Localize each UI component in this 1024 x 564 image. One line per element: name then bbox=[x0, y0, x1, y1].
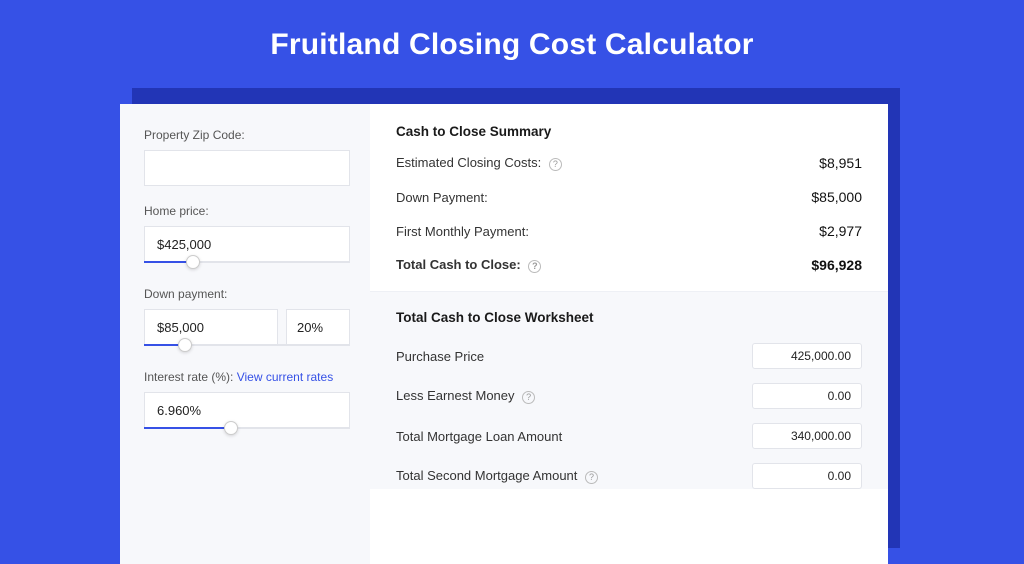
summary-row: Estimated Closing Costs: ? $8,951 bbox=[396, 155, 862, 171]
worksheet-row-input[interactable] bbox=[752, 343, 862, 369]
worksheet-row-label-text: Less Earnest Money bbox=[396, 388, 515, 403]
summary-total-value: $96,928 bbox=[811, 257, 862, 273]
worksheet-row-label: Purchase Price bbox=[396, 349, 484, 364]
interest-rate-slider[interactable] bbox=[144, 427, 350, 435]
down-payment-label: Down payment: bbox=[144, 287, 350, 301]
worksheet-row: Less Earnest Money ? bbox=[396, 383, 862, 409]
worksheet-section: Total Cash to Close Worksheet Purchase P… bbox=[370, 291, 888, 489]
down-payment-pct-input[interactable] bbox=[286, 309, 350, 345]
home-price-input[interactable] bbox=[144, 226, 350, 262]
worksheet-row-input[interactable] bbox=[752, 383, 862, 409]
help-icon[interactable]: ? bbox=[585, 471, 598, 484]
worksheet-row-input[interactable] bbox=[752, 463, 862, 489]
worksheet-row-label: Total Mortgage Loan Amount bbox=[396, 429, 562, 444]
zip-input[interactable] bbox=[144, 150, 350, 186]
calculator-card: Property Zip Code: Home price: Down paym… bbox=[120, 104, 888, 564]
worksheet-row: Total Mortgage Loan Amount bbox=[396, 423, 862, 449]
summary-total-label-text: Total Cash to Close: bbox=[396, 257, 521, 272]
worksheet-row-label: Total Second Mortgage Amount ? bbox=[396, 468, 598, 483]
summary-row-label: Estimated Closing Costs: ? bbox=[396, 155, 562, 170]
help-icon[interactable]: ? bbox=[528, 260, 541, 273]
worksheet-heading: Total Cash to Close Worksheet bbox=[396, 310, 862, 325]
home-price-slider[interactable] bbox=[144, 261, 350, 269]
summary-row-label: First Monthly Payment: bbox=[396, 224, 529, 239]
summary-total-label: Total Cash to Close: ? bbox=[396, 257, 541, 272]
interest-rate-label: Interest rate (%): View current rates bbox=[144, 370, 350, 384]
summary-row-value: $2,977 bbox=[819, 223, 862, 239]
slider-thumb[interactable] bbox=[224, 421, 238, 435]
help-icon[interactable]: ? bbox=[549, 158, 562, 171]
summary-row: First Monthly Payment: $2,977 bbox=[396, 223, 862, 239]
summary-row: Down Payment: $85,000 bbox=[396, 189, 862, 205]
summary-row-value: $8,951 bbox=[819, 155, 862, 171]
summary-row-label: Down Payment: bbox=[396, 190, 488, 205]
field-interest-rate: Interest rate (%): View current rates bbox=[144, 370, 350, 435]
field-home-price: Home price: bbox=[144, 204, 350, 269]
summary-total-row: Total Cash to Close: ? $96,928 bbox=[396, 257, 862, 273]
worksheet-row-label-text: Total Second Mortgage Amount bbox=[396, 468, 577, 483]
view-rates-link[interactable]: View current rates bbox=[237, 370, 334, 384]
slider-thumb[interactable] bbox=[178, 338, 192, 352]
summary-heading: Cash to Close Summary bbox=[396, 124, 862, 139]
summary-row-value: $85,000 bbox=[811, 189, 862, 205]
slider-thumb[interactable] bbox=[186, 255, 200, 269]
worksheet-row-label: Less Earnest Money ? bbox=[396, 388, 535, 403]
zip-label: Property Zip Code: bbox=[144, 128, 350, 142]
help-icon[interactable]: ? bbox=[522, 391, 535, 404]
field-zip: Property Zip Code: bbox=[144, 128, 350, 186]
cash-summary: Cash to Close Summary Estimated Closing … bbox=[396, 124, 862, 273]
worksheet-row: Purchase Price bbox=[396, 343, 862, 369]
worksheet-row: Total Second Mortgage Amount ? bbox=[396, 463, 862, 489]
down-payment-slider[interactable] bbox=[144, 344, 350, 352]
summary-row-label-text: Estimated Closing Costs: bbox=[396, 155, 541, 170]
interest-rate-label-text: Interest rate (%): bbox=[144, 370, 237, 384]
interest-rate-input[interactable] bbox=[144, 392, 350, 428]
inputs-panel: Property Zip Code: Home price: Down paym… bbox=[120, 104, 370, 564]
down-payment-input[interactable] bbox=[144, 309, 278, 345]
page-title: Fruitland Closing Cost Calculator bbox=[0, 0, 1024, 62]
field-down-payment: Down payment: bbox=[144, 287, 350, 352]
home-price-label: Home price: bbox=[144, 204, 350, 218]
worksheet-row-input[interactable] bbox=[752, 423, 862, 449]
slider-fill bbox=[144, 427, 231, 429]
results-panel: Cash to Close Summary Estimated Closing … bbox=[370, 104, 888, 564]
